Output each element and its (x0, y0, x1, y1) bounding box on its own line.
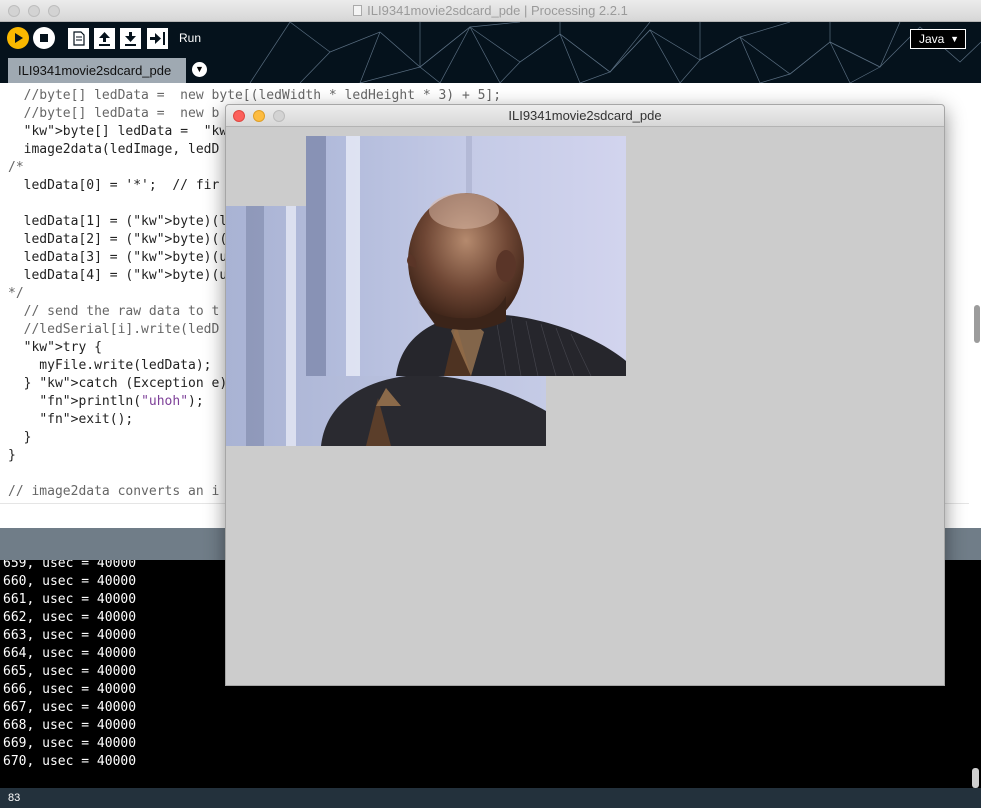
console-line: 662, usec = 40000 (3, 610, 137, 625)
sketch-window[interactable]: ILI9341movie2sdcard_pde (225, 104, 945, 686)
console-line: 666, usec = 40000 (3, 682, 137, 697)
window-title: ILI9341movie2sdcard_pde | Processing 2.2… (367, 3, 628, 18)
zoom-window-button[interactable] (48, 5, 60, 17)
tab-sketch-label: ILI9341movie2sdcard_pde (18, 63, 172, 78)
console-line: 665, usec = 40000 (3, 664, 137, 679)
stop-button[interactable] (33, 27, 55, 49)
console-line: 659, usec = 40000 (3, 560, 137, 571)
new-file-icon (73, 31, 85, 46)
zoom-window-button[interactable] (273, 110, 285, 122)
run-label: Run (179, 31, 202, 45)
console-line: 667, usec = 40000 (3, 700, 137, 715)
minimize-window-button[interactable] (28, 5, 40, 17)
play-icon (15, 33, 23, 43)
new-button[interactable] (68, 28, 89, 49)
console-line: 668, usec = 40000 (3, 718, 137, 733)
stop-icon (40, 34, 48, 42)
close-window-button[interactable] (8, 5, 20, 17)
run-button[interactable] (7, 27, 29, 49)
sketch-titlebar: ILI9341movie2sdcard_pde (226, 105, 944, 127)
console-line: 664, usec = 40000 (3, 646, 137, 661)
video-frame-front (306, 136, 626, 376)
console-line: 660, usec = 40000 (3, 574, 137, 589)
console-line: 663, usec = 40000 (3, 628, 137, 643)
chevron-down-icon: ▼ (950, 34, 959, 44)
chevron-down-icon: ▼ (195, 64, 204, 74)
console-line: 661, usec = 40000 (3, 592, 137, 607)
export-arrow-icon (150, 32, 165, 45)
document-icon (353, 5, 363, 16)
mode-label: Java (919, 32, 945, 46)
line-number: 83 (8, 792, 21, 804)
open-arrow-up-icon (99, 32, 110, 46)
toolbar: Run Java ▼ ILI9341movie2sdcard_pde ▼ (0, 22, 981, 83)
console-line: 669, usec = 40000 (3, 736, 137, 751)
editor-scrollbar[interactable] (969, 83, 981, 503)
window-titlebar: ILI9341movie2sdcard_pde | Processing 2.2… (0, 0, 981, 22)
status-bar: 83 (0, 788, 981, 808)
editor-scrollbar-thumb[interactable] (974, 305, 980, 343)
save-button[interactable] (120, 28, 141, 49)
export-button[interactable] (147, 28, 168, 49)
console-line: 670, usec = 40000 (3, 754, 137, 769)
close-window-button[interactable] (233, 110, 245, 122)
open-button[interactable] (94, 28, 115, 49)
save-arrow-down-icon (125, 32, 136, 46)
console-output: 659, usec = 40000 660, usec = 40000 661, u… (3, 560, 136, 771)
sketch-title: ILI9341movie2sdcard_pde (508, 108, 662, 123)
minimize-window-button[interactable] (253, 110, 265, 122)
code-line[interactable]: //byte[] ledData = new byte[(ledWidth * … (8, 87, 501, 105)
tab-menu-button[interactable]: ▼ (192, 62, 207, 77)
tab-sketch[interactable]: ILI9341movie2sdcard_pde (8, 58, 186, 83)
console-scrollbar-thumb[interactable] (972, 768, 979, 788)
mode-select[interactable]: Java ▼ (910, 29, 966, 49)
